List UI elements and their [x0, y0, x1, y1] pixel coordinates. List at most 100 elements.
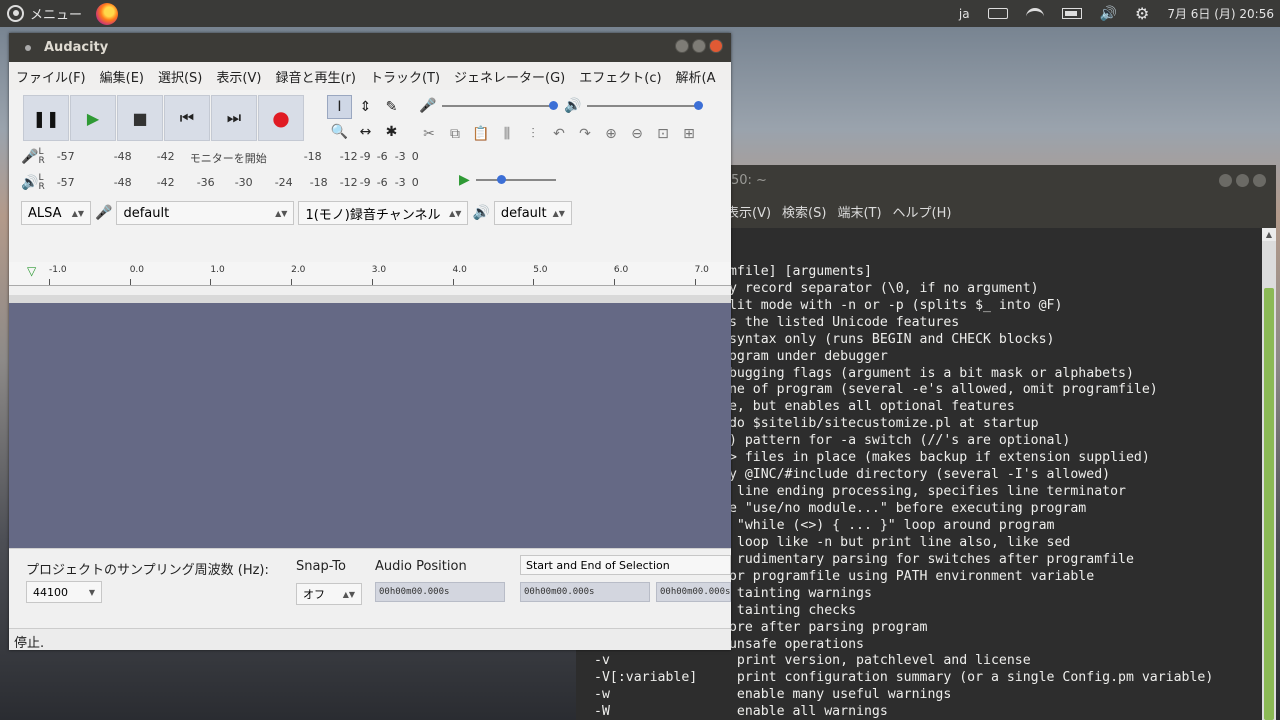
skip-to-end-button[interactable]: ⏭ — [211, 95, 257, 141]
menu-file[interactable]: ファイル(F) — [16, 67, 86, 86]
menu-edit[interactable]: 編集(E) — [100, 67, 144, 86]
playback-device-select[interactable]: default ▲▼ — [493, 201, 572, 225]
keyboard-icon[interactable] — [987, 8, 1008, 19]
ruler-label: 3.0 — [371, 265, 387, 275]
minimize-button[interactable] — [1219, 174, 1232, 187]
terminal-menu-search[interactable]: 検索(S) — [782, 202, 826, 221]
trim-button[interactable]: ⫼ — [495, 122, 519, 146]
redo-button[interactable]: ↷ — [573, 122, 597, 146]
audio-position-label: Audio Position — [375, 559, 467, 574]
selection-mode-select[interactable]: Start and End of Selection — [520, 555, 731, 575]
cut-button[interactable]: ✂ — [417, 122, 441, 146]
stop-button[interactable]: ■ — [117, 95, 163, 141]
recording-meter[interactable]: 🎤 LR -57 -48 -42 モニターを開始 -18 -12 -9 -6 -3 0 — [21, 148, 419, 166]
menu-transport[interactable]: 録音と再生(r) — [275, 67, 356, 86]
skip-to-start-button[interactable]: ⏮ — [164, 95, 210, 141]
zoom-tool-button[interactable]: 🔍 — [327, 120, 352, 144]
slider-knob[interactable] — [694, 101, 704, 110]
terminal-menu-view[interactable]: 表示(V) — [726, 202, 771, 221]
menu-analyze[interactable]: 解析(A — [676, 67, 716, 86]
language-indicator[interactable]: ja — [959, 7, 970, 21]
menu-tracks[interactable]: トラック(T) — [370, 67, 440, 86]
audacity-titlebar[interactable]: Audacity — [9, 33, 731, 62]
selection-toolbar: プロジェクトのサンプリング周波数 (Hz): 44100 ▼ Snap-To オフ… — [9, 548, 731, 628]
settings-gear-icon[interactable]: ⚙ — [1135, 4, 1149, 23]
playback-device-value: default — [500, 205, 547, 221]
play-at-speed-control[interactable]: ▶ — [459, 172, 556, 188]
close-button[interactable] — [1253, 174, 1266, 187]
close-button[interactable] — [709, 39, 723, 53]
silence-icon: ⫶ — [531, 126, 535, 142]
multi-tool-button[interactable]: ✱ — [379, 120, 404, 144]
menu-select[interactable]: 選択(S) — [158, 67, 202, 86]
scrollbar-thumb[interactable] — [1264, 288, 1274, 720]
record-button[interactable]: ● — [258, 95, 304, 141]
app-menu-button[interactable]: メニュー — [0, 4, 82, 23]
play-button[interactable]: ▶ — [70, 95, 116, 141]
selection-end-field[interactable]: 00h00m00.000s — [656, 582, 731, 602]
zoom-out-button[interactable]: ⊖ — [625, 122, 649, 146]
stop-icon: ■ — [132, 108, 148, 128]
ruler-tick — [129, 279, 131, 285]
ruler-tick — [210, 279, 212, 285]
status-bar: 停止. — [9, 628, 731, 651]
meter-tick-label: -6 — [376, 150, 388, 163]
zoom-out-icon: ⊖ — [631, 126, 643, 142]
slider-knob[interactable] — [549, 101, 559, 110]
recording-volume-slider[interactable]: 🎤 — [419, 98, 559, 114]
ruler-label: 6.0 — [613, 265, 629, 275]
meter-tick-label: -24 — [274, 176, 293, 189]
timeshift-tool-button[interactable]: ↔ — [353, 120, 378, 144]
microphone-icon: 🎤 — [95, 205, 113, 221]
audio-position-field[interactable]: 00h00m00.000s — [375, 582, 505, 602]
ruler-label: 2.0 — [291, 265, 306, 275]
maximize-button[interactable] — [1236, 174, 1249, 187]
wifi-icon[interactable] — [1025, 7, 1044, 20]
maximize-button[interactable] — [692, 39, 706, 53]
timeline-ruler[interactable]: ▽ -1.0 0.0 1.0 2.0 3.0 4.0 5.0 6.0 7.0 — [9, 262, 731, 286]
play-head-icon[interactable]: ▽ — [27, 264, 36, 278]
meter-tick-label: -42 — [156, 176, 175, 189]
ruler-label: 0.0 — [129, 265, 145, 275]
recording-device-select[interactable]: default ▲▼ — [116, 201, 295, 225]
slider-knob[interactable] — [496, 175, 506, 184]
terminal-menu-help[interactable]: ヘルプ(H) — [893, 202, 952, 221]
playback-meter[interactable]: 🔊 LR -57 -48 -42 -36 -30 -24 -18 -12 -9 -6 -3 0 — [21, 174, 419, 192]
undo-button[interactable]: ↶ — [547, 122, 571, 146]
fit-selection-button[interactable]: ⊡ — [651, 122, 675, 146]
draw-tool-button[interactable]: ✎ — [379, 95, 404, 119]
pause-icon: ❚❚ — [32, 108, 60, 128]
terminal-title: 50: ~ — [731, 172, 767, 188]
fit-project-button[interactable]: ⊞ — [677, 122, 701, 146]
magnifier-icon: 🔍 — [330, 124, 349, 140]
scroll-up-arrow-icon[interactable]: ▲ — [1262, 228, 1276, 241]
meter-tick-label: -3 — [394, 150, 406, 163]
battery-icon[interactable] — [1061, 8, 1082, 19]
minimize-button[interactable] — [675, 39, 689, 53]
audacity-menubar: ファイル(F) 編集(E) 選択(S) 表示(V) 録音と再生(r) トラック(… — [9, 62, 731, 90]
track-area[interactable] — [9, 295, 731, 581]
envelope-tool-button[interactable]: ⇕ — [353, 95, 378, 119]
recording-channels-select[interactable]: 1(モノ)録音チャンネル ▲▼ — [298, 201, 469, 225]
copy-button[interactable]: ⧉ — [443, 122, 467, 146]
firefox-icon[interactable] — [96, 2, 119, 25]
timeshift-icon: ↔ — [359, 124, 372, 140]
menu-generate[interactable]: ジェネレーター(G) — [454, 67, 565, 86]
zoom-in-button[interactable]: ⊕ — [599, 122, 623, 146]
volume-icon[interactable]: 🔊 — [1100, 6, 1117, 22]
project-rate-select[interactable]: 44100 ▼ — [26, 581, 102, 603]
menu-view[interactable]: 表示(V) — [216, 67, 261, 86]
selection-start-field[interactable]: 00h00m00.000s — [520, 582, 650, 602]
clock[interactable]: 7月 6日 (月) 20:56 — [1167, 5, 1274, 22]
menu-effect[interactable]: エフェクト(c) — [579, 67, 661, 86]
pause-button[interactable]: ❚❚ — [23, 95, 69, 141]
playback-volume-slider[interactable]: 🔊 — [564, 98, 704, 114]
paste-button[interactable]: 📋 — [469, 122, 493, 146]
host-select[interactable]: ALSA ▲▼ — [21, 201, 91, 225]
top-panel: メニュー ja 🔊 ⚙ 7月 6日 (月) 20:56 — [0, 0, 1280, 27]
silence-button[interactable]: ⫶ — [521, 122, 545, 146]
selection-tool-button[interactable]: I — [327, 95, 352, 119]
snap-to-select[interactable]: オフ ▲▼ — [296, 583, 362, 605]
terminal-menu-terminal[interactable]: 端末(T) — [837, 202, 881, 221]
terminal-scrollbar[interactable]: ▲ — [1262, 228, 1276, 720]
